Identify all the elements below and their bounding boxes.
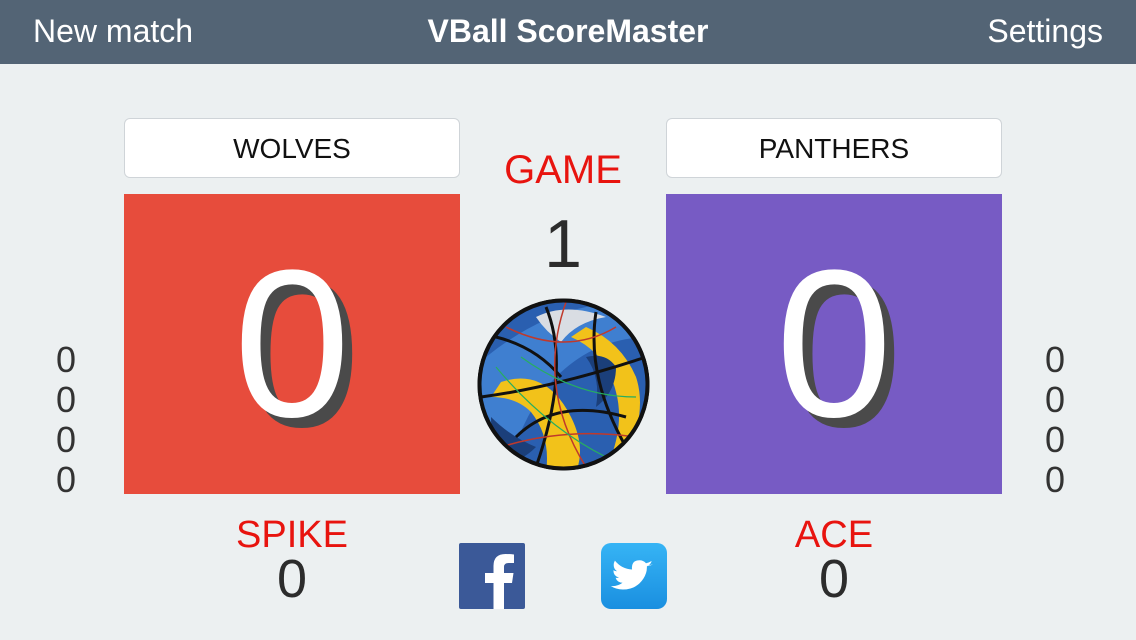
team-right-score[interactable]: 0 xyxy=(666,194,1002,494)
game-label: GAME xyxy=(504,148,622,192)
new-match-button[interactable]: New match xyxy=(33,0,193,64)
team-left-name-button[interactable]: WOLVES xyxy=(124,118,460,178)
set-score: 0 xyxy=(1044,339,1066,380)
set-score: 0 xyxy=(1044,419,1066,460)
nav-bar: VBall ScoreMaster New match Settings xyxy=(0,0,1136,64)
team-left-stat-value: 0 xyxy=(276,549,308,609)
volleyball-icon xyxy=(476,297,651,472)
team-left-set-scores: 0 0 0 0 xyxy=(46,340,86,500)
game-number: 1 xyxy=(544,206,582,282)
team-right-name-button[interactable]: PANTHERS xyxy=(666,118,1002,178)
settings-button[interactable]: Settings xyxy=(987,0,1103,64)
set-score: 0 xyxy=(55,379,77,420)
set-score: 0 xyxy=(1044,459,1066,500)
team-left-score[interactable]: 0 xyxy=(124,194,460,494)
set-score: 0 xyxy=(55,419,77,460)
twitter-icon xyxy=(610,560,653,590)
team-right-stat-value: 0 xyxy=(818,549,850,609)
team-right-set-scores: 0 0 0 0 xyxy=(1035,340,1075,500)
set-score: 0 xyxy=(55,339,77,380)
set-score: 0 xyxy=(1044,379,1066,420)
facebook-share-button[interactable] xyxy=(459,543,525,609)
twitter-share-button[interactable] xyxy=(601,543,667,609)
app-title: VBall ScoreMaster xyxy=(427,13,709,49)
facebook-icon xyxy=(485,554,514,609)
set-score: 0 xyxy=(55,459,77,500)
